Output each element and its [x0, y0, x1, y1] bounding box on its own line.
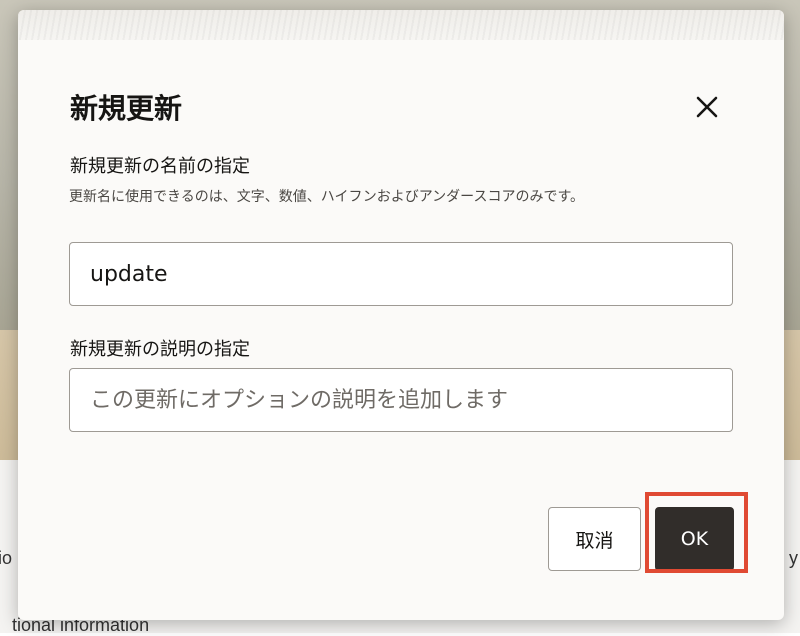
- ok-button[interactable]: OK: [655, 507, 734, 571]
- close-icon: [696, 96, 718, 118]
- dialog-header-band: [18, 10, 784, 40]
- close-button[interactable]: [690, 90, 724, 124]
- update-description-input[interactable]: [69, 368, 733, 432]
- background-text-right: y: [789, 548, 798, 568]
- new-update-dialog: 新規更新 新規更新の名前の指定 更新名に使用できるのは、文字、数値、ハイフンおよ…: [18, 10, 784, 620]
- cancel-button[interactable]: 取消: [548, 507, 641, 571]
- background-text-left: io: [0, 548, 13, 568]
- name-field-label: 新規更新の名前の指定: [70, 156, 250, 177]
- description-field-label: 新規更新の説明の指定: [70, 339, 250, 360]
- dialog-title: 新規更新: [70, 92, 183, 125]
- update-name-input[interactable]: [69, 242, 733, 306]
- name-field-help-text: 更新名に使用できるのは、文字、数値、ハイフンおよびアンダースコアのみです。: [69, 189, 585, 205]
